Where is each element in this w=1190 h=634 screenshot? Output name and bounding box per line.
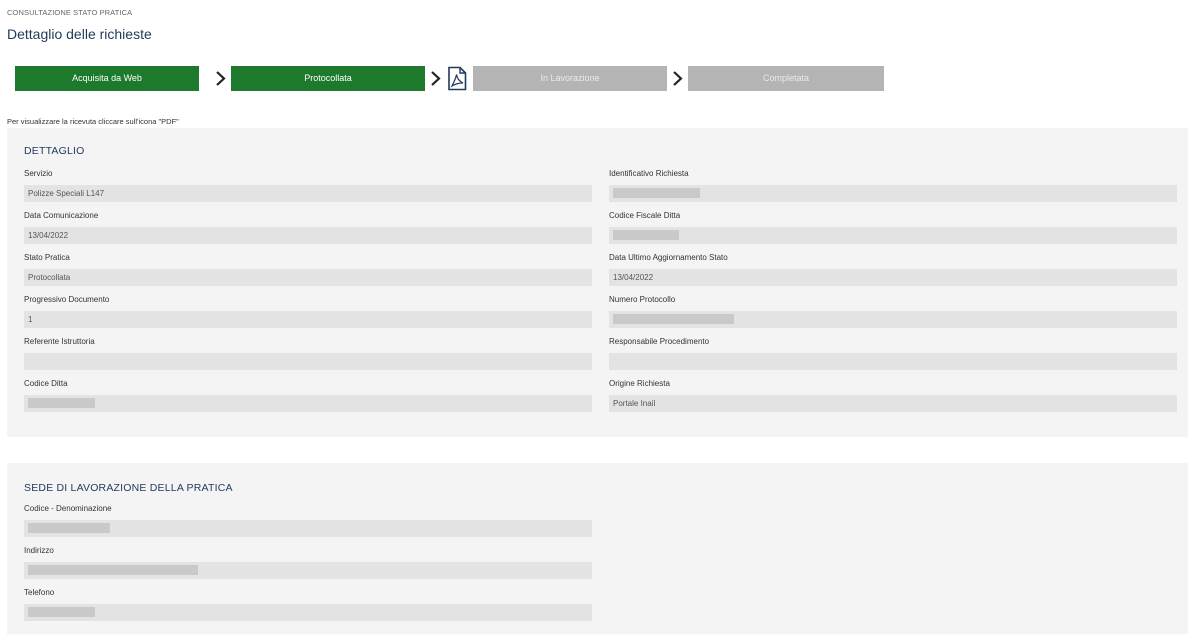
field-label: Indirizzo (24, 546, 54, 555)
page-title: Dettaglio delle richieste (7, 26, 152, 42)
redacted-value (613, 313, 734, 324)
pdf-hint: Per visualizzare la ricevuta cliccare su… (7, 117, 179, 126)
step-in-lavorazione: In Lavorazione (473, 66, 667, 91)
field-identificativo-richiesta: Identificativo Richiesta (609, 168, 1177, 202)
field-value (24, 604, 592, 621)
field-label: Responsabile Procedimento (609, 337, 710, 346)
field-label: Servizio (24, 169, 53, 178)
field-label: Identificativo Richiesta (609, 169, 689, 178)
field-servizio: Servizio Polizze Speciali L147 (24, 168, 592, 202)
field-label: Telefono (24, 588, 55, 597)
field-value: Polizze Speciali L147 (24, 185, 592, 202)
field-codice-fiscale-ditta: Codice Fiscale Ditta (609, 210, 1177, 244)
step-acquisita: Acquisita da Web (15, 66, 199, 91)
field-value (609, 353, 1177, 370)
field-value: 13/04/2022 (24, 227, 592, 244)
field-label: Numero Protocollo (609, 295, 676, 304)
field-indirizzo: Indirizzo (24, 545, 592, 579)
field-responsabile-procedimento: Responsabile Procedimento (609, 336, 1177, 370)
field-value (24, 520, 592, 537)
redacted-value (28, 397, 95, 408)
field-value (609, 185, 1177, 202)
field-label: Codice Fiscale Ditta (609, 211, 681, 220)
field-value (24, 395, 592, 412)
field-referente-istruttoria: Referente Istruttoria (24, 336, 592, 370)
field-codice-denominazione: Codice - Denominazione (24, 503, 592, 537)
field-progressivo-documento: Progressivo Documento 1 (24, 294, 592, 328)
chevron-right-icon (673, 71, 683, 86)
field-value (609, 227, 1177, 244)
redacted-value (28, 564, 198, 575)
field-data-ultimo-aggiornamento: Data Ultimo Aggiornamento Stato 13/04/20… (609, 252, 1177, 286)
pdf-icon[interactable] (446, 66, 468, 91)
step-completata: Completata (688, 66, 884, 91)
field-label: Data Ultimo Aggiornamento Stato (609, 253, 728, 262)
dettaglio-panel: DETTAGLIO Servizio Polizze Speciali L147… (7, 128, 1188, 437)
field-value: Portale Inail (609, 395, 1177, 412)
chevron-right-icon (216, 71, 226, 86)
sede-panel: SEDE DI LAVORAZIONE DELLA PRATICA Codice… (7, 463, 1188, 634)
breadcrumb: CONSULTAZIONE STATO PRATICA (7, 8, 133, 17)
field-codice-ditta: Codice Ditta (24, 378, 592, 412)
progress-steps: Acquisita da Web Protocollata In Lavoraz… (15, 66, 885, 91)
field-value: 1 (24, 311, 592, 328)
field-value: Protocollata (24, 269, 592, 286)
field-label: Stato Pratica (24, 253, 70, 262)
field-stato-pratica: Stato Pratica Protocollata (24, 252, 592, 286)
redacted-value (613, 187, 700, 198)
section-title-sede: SEDE DI LAVORAZIONE DELLA PRATICA (24, 482, 233, 494)
step-protocollata: Protocollata (231, 66, 425, 91)
field-label: Referente Istruttoria (24, 337, 95, 346)
field-label: Codice - Denominazione (24, 504, 112, 513)
section-title-dettaglio: DETTAGLIO (24, 145, 85, 157)
field-label: Codice Ditta (24, 379, 68, 388)
redacted-value (613, 229, 679, 240)
field-data-comunicazione: Data Comunicazione 13/04/2022 (24, 210, 592, 244)
redacted-value (28, 606, 95, 617)
field-value (24, 562, 592, 579)
field-numero-protocollo: Numero Protocollo (609, 294, 1177, 328)
redacted-value (28, 522, 110, 533)
chevron-right-icon (431, 71, 441, 86)
field-telefono: Telefono (24, 587, 592, 621)
field-value (609, 311, 1177, 328)
field-value: 13/04/2022 (609, 269, 1177, 286)
field-label: Progressivo Documento (24, 295, 110, 304)
field-label: Origine Richiesta (609, 379, 670, 388)
field-label: Data Comunicazione (24, 211, 99, 220)
field-value (24, 353, 592, 370)
field-origine-richiesta: Origine Richiesta Portale Inail (609, 378, 1177, 412)
